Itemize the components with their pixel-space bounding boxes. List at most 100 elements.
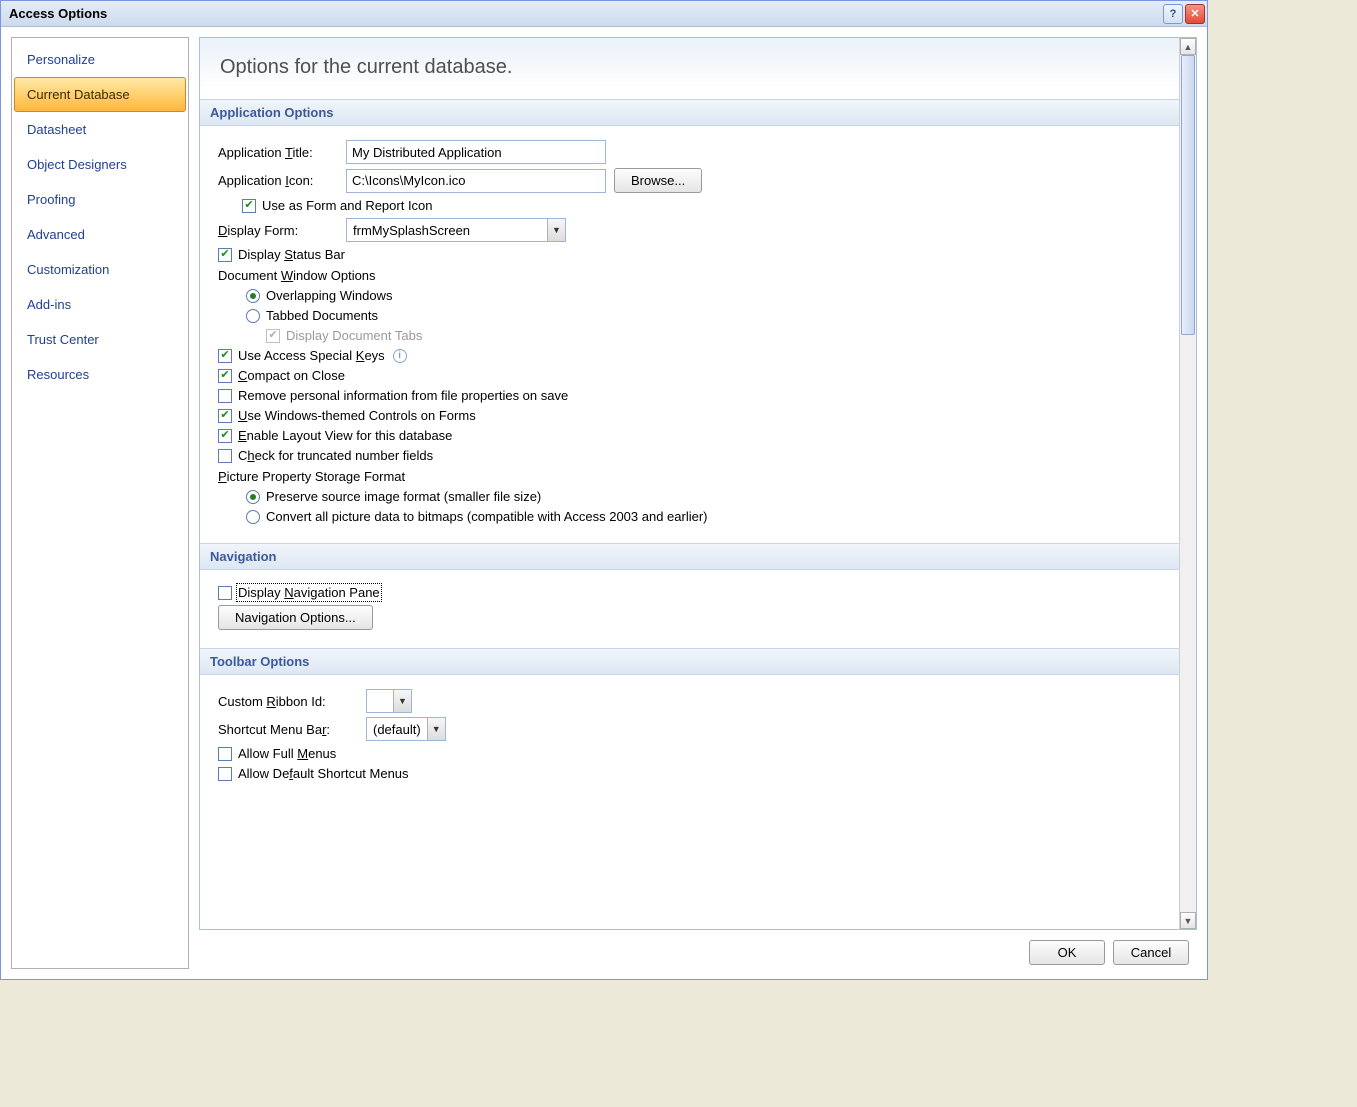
section-header-navigation: Navigation bbox=[200, 543, 1179, 570]
section-body-navigation: Display Navigation Pane Navigation Optio… bbox=[200, 570, 1179, 648]
row-preserve-image: Preserve source image format (smaller fi… bbox=[246, 489, 1161, 504]
section-header-toolbar: Toolbar Options bbox=[200, 648, 1179, 675]
access-options-dialog: Access Options ? ✕ Personalize Current D… bbox=[0, 0, 1208, 980]
checkbox-display-status-bar[interactable]: ✔ bbox=[218, 248, 232, 262]
row-nav-options: Navigation Options... bbox=[218, 605, 1161, 630]
radio-overlapping-windows[interactable] bbox=[246, 289, 260, 303]
titlebar-controls: ? ✕ bbox=[1163, 4, 1205, 24]
label-display-doc-tabs: Display Document Tabs bbox=[286, 328, 422, 343]
content-area: Options for the current database. Applic… bbox=[199, 37, 1197, 969]
row-win-themed: ✔ Use Windows-themed Controls on Forms bbox=[218, 408, 1161, 423]
label-win-themed: Use Windows-themed Controls on Forms bbox=[238, 408, 476, 423]
subheader-doc-window: Document Window Options bbox=[218, 268, 1161, 283]
checkbox-win-themed[interactable]: ✔ bbox=[218, 409, 232, 423]
label-shortcut-menu: Shortcut Menu Bar: bbox=[218, 722, 358, 737]
sidebar-item-object-designers[interactable]: Object Designers bbox=[14, 147, 186, 182]
checkbox-remove-personal[interactable] bbox=[218, 389, 232, 403]
browse-button[interactable]: Browse... bbox=[614, 168, 702, 193]
row-display-doc-tabs: ✔ Display Document Tabs bbox=[266, 328, 1161, 343]
chevron-down-icon: ▼ bbox=[393, 690, 411, 712]
row-layout-view: ✔ Enable Layout View for this database bbox=[218, 428, 1161, 443]
subheader-picture-format: Picture Property Storage Format bbox=[218, 469, 1161, 484]
row-convert-bitmaps: Convert all picture data to bitmaps (com… bbox=[246, 509, 1161, 524]
radio-tabbed-documents[interactable] bbox=[246, 309, 260, 323]
radio-preserve-image[interactable] bbox=[246, 490, 260, 504]
category-sidebar: Personalize Current Database Datasheet O… bbox=[11, 37, 189, 969]
combo-shortcut-menu[interactable]: (default) ▼ bbox=[366, 717, 446, 741]
chevron-down-icon: ▼ bbox=[427, 718, 445, 740]
combo-display-form[interactable]: frmMySplashScreen ▼ bbox=[346, 218, 566, 242]
label-convert-bitmaps: Convert all picture data to bitmaps (com… bbox=[266, 509, 708, 524]
checkbox-layout-view[interactable]: ✔ bbox=[218, 429, 232, 443]
label-ribbon-id: Custom Ribbon Id: bbox=[218, 694, 358, 709]
dialog-footer: OK Cancel bbox=[199, 930, 1197, 969]
titlebar: Access Options ? ✕ bbox=[1, 1, 1207, 27]
row-shortcut-menu: Shortcut Menu Bar: (default) ▼ bbox=[218, 717, 1161, 741]
scroll-thumb[interactable] bbox=[1181, 55, 1195, 335]
label-overlapping-windows: Overlapping Windows bbox=[266, 288, 392, 303]
row-special-keys: ✔ Use Access Special Keys i bbox=[218, 348, 1161, 363]
section-header-app-options: Application Options bbox=[200, 99, 1179, 126]
row-use-as-form-icon: ✔ Use as Form and Report Icon bbox=[242, 198, 1161, 213]
label-allow-shortcut-menus: Allow Default Shortcut Menus bbox=[238, 766, 409, 781]
checkbox-display-nav-pane[interactable] bbox=[218, 586, 232, 600]
close-button[interactable]: ✕ bbox=[1185, 4, 1205, 24]
scroll-down-arrow-icon[interactable]: ▼ bbox=[1180, 912, 1196, 929]
scroll-track[interactable] bbox=[1180, 55, 1196, 912]
label-remove-personal: Remove personal information from file pr… bbox=[238, 388, 568, 403]
sidebar-item-current-database[interactable]: Current Database bbox=[14, 77, 186, 112]
label-app-title: Application Title: bbox=[218, 145, 338, 160]
cancel-button[interactable]: Cancel bbox=[1113, 940, 1189, 965]
row-tabbed-documents: Tabbed Documents bbox=[246, 308, 1161, 323]
combo-shortcut-menu-value: (default) bbox=[367, 722, 427, 737]
radio-convert-bitmaps[interactable] bbox=[246, 510, 260, 524]
ok-button[interactable]: OK bbox=[1029, 940, 1105, 965]
combo-display-form-value: frmMySplashScreen bbox=[347, 223, 547, 238]
row-ribbon-id: Custom Ribbon Id: ▼ bbox=[218, 689, 1161, 713]
label-layout-view: Enable Layout View for this database bbox=[238, 428, 452, 443]
sidebar-item-datasheet[interactable]: Datasheet bbox=[14, 112, 186, 147]
help-button[interactable]: ? bbox=[1163, 4, 1183, 24]
row-display-status-bar: ✔ Display Status Bar bbox=[218, 247, 1161, 262]
label-tabbed-documents: Tabbed Documents bbox=[266, 308, 378, 323]
titlebar-title: Access Options bbox=[9, 6, 1163, 21]
row-check-truncated: Check for truncated number fields bbox=[218, 448, 1161, 463]
section-body-app-options: Application Title: Application Icon: Bro… bbox=[200, 126, 1179, 543]
navigation-options-button[interactable]: Navigation Options... bbox=[218, 605, 373, 630]
row-app-title: Application Title: bbox=[218, 140, 1161, 164]
checkbox-check-truncated[interactable] bbox=[218, 449, 232, 463]
chevron-down-icon: ▼ bbox=[547, 219, 565, 241]
input-app-icon[interactable] bbox=[346, 169, 606, 193]
sidebar-item-add-ins[interactable]: Add-ins bbox=[14, 287, 186, 322]
sidebar-item-advanced[interactable]: Advanced bbox=[14, 217, 186, 252]
info-icon[interactable]: i bbox=[393, 349, 407, 363]
row-display-nav-pane: Display Navigation Pane bbox=[218, 585, 1161, 600]
vertical-scrollbar[interactable]: ▲ ▼ bbox=[1179, 38, 1196, 929]
row-allow-full-menus: Allow Full Menus bbox=[218, 746, 1161, 761]
page-title: Options for the current database. bbox=[200, 38, 1179, 99]
checkbox-allow-full-menus[interactable] bbox=[218, 747, 232, 761]
checkbox-allow-shortcut-menus[interactable] bbox=[218, 767, 232, 781]
sidebar-item-personalize[interactable]: Personalize bbox=[14, 42, 186, 77]
section-body-toolbar: Custom Ribbon Id: ▼ Shortcut Menu Bar: (… bbox=[200, 675, 1179, 800]
checkbox-compact-close[interactable]: ✔ bbox=[218, 369, 232, 383]
label-check-truncated: Check for truncated number fields bbox=[238, 448, 433, 463]
row-overlapping-windows: Overlapping Windows bbox=[246, 288, 1161, 303]
sidebar-item-customization[interactable]: Customization bbox=[14, 252, 186, 287]
label-preserve-image: Preserve source image format (smaller fi… bbox=[266, 489, 541, 504]
checkbox-display-doc-tabs: ✔ bbox=[266, 329, 280, 343]
input-app-title[interactable] bbox=[346, 140, 606, 164]
label-display-nav-pane: Display Navigation Pane bbox=[238, 585, 380, 600]
checkbox-special-keys[interactable]: ✔ bbox=[218, 349, 232, 363]
sidebar-item-resources[interactable]: Resources bbox=[14, 357, 186, 392]
checkbox-use-as-form-icon[interactable]: ✔ bbox=[242, 199, 256, 213]
content-scroll: Options for the current database. Applic… bbox=[199, 37, 1197, 930]
label-allow-full-menus: Allow Full Menus bbox=[238, 746, 336, 761]
label-compact-close: Compact on Close bbox=[238, 368, 345, 383]
row-display-form: Display Form: frmMySplashScreen ▼ bbox=[218, 218, 1161, 242]
combo-ribbon-id[interactable]: ▼ bbox=[366, 689, 412, 713]
sidebar-item-proofing[interactable]: Proofing bbox=[14, 182, 186, 217]
scroll-up-arrow-icon[interactable]: ▲ bbox=[1180, 38, 1196, 55]
label-app-icon: Application Icon: bbox=[218, 173, 338, 188]
sidebar-item-trust-center[interactable]: Trust Center bbox=[14, 322, 186, 357]
